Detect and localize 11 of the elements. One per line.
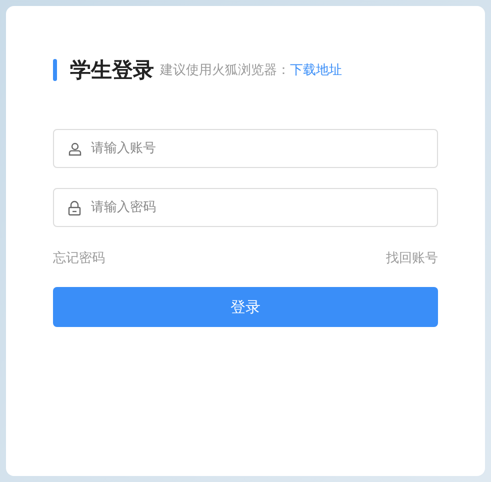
login-title: 学生登录 [70,57,154,84]
accent-bar [53,59,57,81]
login-button[interactable]: 登录 [53,287,438,327]
input-field[interactable]: 请输入密码 [53,188,438,227]
browser-hint: 建议使用火狐浏览器： [160,62,290,79]
text-link[interactable]: 找回账号 [386,249,438,267]
user-icon [68,142,82,156]
download-link[interactable]: 下载地址 [290,61,342,79]
lock-icon [68,200,81,215]
text-link[interactable]: 忘记密码 [53,249,105,267]
input-field[interactable]: 请输入账号 [53,129,438,168]
